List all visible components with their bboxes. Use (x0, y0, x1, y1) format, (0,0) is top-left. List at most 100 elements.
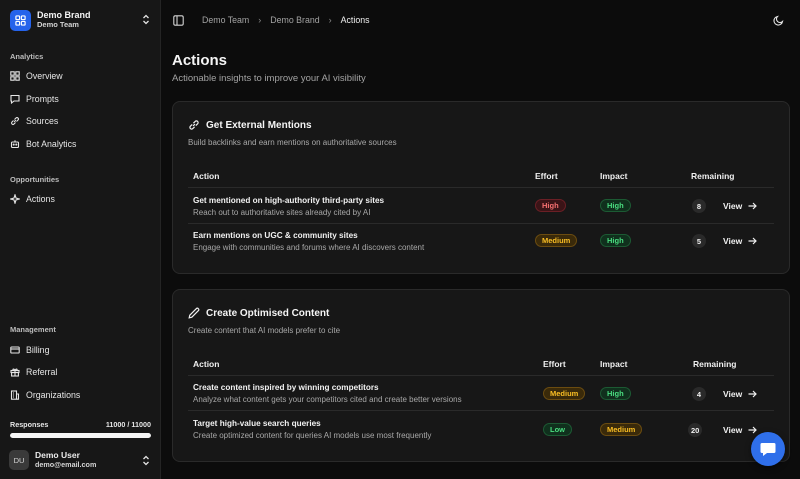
sidebar: Demo Brand Demo Team Analytics Overview … (0, 0, 161, 479)
column-header-effort: Effort (543, 359, 566, 369)
sparkle-icon (10, 194, 20, 204)
sidebar-item-bot-analytics[interactable]: Bot Analytics (10, 135, 152, 153)
card-title: Create Optimised Content (206, 307, 330, 319)
gift-icon (10, 368, 20, 377)
user-menu[interactable]: DU Demo User demo@email.com (9, 449, 152, 471)
brand-name: Demo Brand (37, 10, 91, 20)
column-header-impact: Impact (600, 171, 628, 181)
link-icon (189, 120, 199, 130)
chevron-right-icon: › (258, 15, 262, 25)
card-optimised-content: Create Optimised Content Create content … (172, 289, 790, 462)
sidebar-item-label: Overview (26, 71, 63, 81)
view-button[interactable]: View (723, 201, 758, 211)
top-bar: Demo Team › Demo Brand › Actions (161, 0, 800, 42)
remaining-count: 4 (692, 387, 706, 401)
column-header-action: Action (193, 171, 220, 181)
impact-badge: High (600, 387, 631, 400)
effort-badge: Medium (543, 387, 586, 400)
chat-bubble-icon (760, 442, 776, 456)
arrow-right-icon (748, 390, 758, 398)
bot-icon (10, 140, 20, 149)
link-icon (11, 117, 19, 125)
sidebar-item-label: Organizations (26, 390, 81, 400)
row-description: Analyze what content gets your competito… (193, 395, 462, 404)
breadcrumb: Demo Team › Demo Brand › Actions (202, 15, 370, 25)
brand-team: Demo Team (37, 20, 79, 29)
building-icon (10, 390, 20, 400)
sidebar-item-label: Prompts (26, 94, 59, 104)
usage-value: 11000 / 11000 (105, 420, 151, 429)
impact-badge: High (600, 234, 631, 247)
pencil-icon (188, 307, 200, 319)
column-header-remaining: Remaining (691, 171, 735, 181)
sidebar-item-billing[interactable]: Billing (10, 341, 152, 359)
remaining-count: 5 (692, 234, 706, 248)
view-label: View (723, 389, 743, 399)
usage-progress-bar (10, 433, 151, 438)
chevron-right-icon: › (328, 15, 332, 25)
row-description: Create optimized content for queries AI … (193, 431, 432, 440)
divider (188, 223, 774, 224)
message-icon (10, 94, 20, 104)
sidebar-item-label: Bot Analytics (26, 139, 77, 149)
card-subtitle: Create content that AI models prefer to … (188, 326, 341, 335)
divider (188, 187, 774, 188)
arrow-right-icon (748, 202, 758, 210)
view-button[interactable]: View (723, 425, 758, 435)
brand-logo-icon (10, 9, 31, 31)
row-description: Reach out to authoritative sites already… (193, 208, 371, 217)
sidebar-item-label: Sources (26, 116, 59, 126)
sidebar-item-actions[interactable]: Actions (10, 190, 152, 208)
usage-label: Responses (10, 420, 49, 429)
row-title: Get mentioned on high-authority third-pa… (193, 196, 385, 205)
breadcrumb-item-team[interactable]: Demo Team (202, 15, 249, 25)
row-description: Engage with communities and forums where… (193, 243, 425, 252)
row-title: Create content inspired by winning compe… (193, 383, 379, 392)
card-external-mentions: Get External Mentions Build backlinks an… (172, 101, 790, 274)
effort-badge: Medium (535, 234, 578, 247)
moon-icon[interactable] (773, 15, 784, 26)
chevron-up-down-icon (143, 455, 149, 466)
breadcrumb-item-current: Actions (340, 15, 370, 25)
chat-button[interactable] (751, 432, 785, 466)
sidebar-item-prompts[interactable]: Prompts (10, 90, 152, 108)
user-name: Demo User (35, 450, 80, 460)
view-label: View (723, 236, 743, 246)
sidebar-item-referral[interactable]: Referral (10, 363, 152, 381)
sidebar-item-overview[interactable]: Overview (10, 67, 152, 85)
effort-badge: High (535, 199, 566, 212)
grid-icon (10, 71, 20, 81)
chevron-up-down-icon (143, 14, 149, 25)
sidebar-item-sources[interactable]: Sources (10, 112, 152, 130)
remaining-count: 20 (688, 423, 703, 437)
usage-meter: Responses 11000 / 11000 (10, 420, 151, 438)
section-label-management: Management (10, 325, 56, 334)
column-header-action: Action (193, 359, 220, 369)
arrow-right-icon (748, 237, 758, 245)
column-header-impact: Impact (600, 359, 628, 369)
remaining-count: 8 (692, 199, 706, 213)
breadcrumb-item-brand[interactable]: Demo Brand (270, 15, 319, 25)
section-label-analytics: Analytics (10, 52, 44, 61)
sidebar-item-label: Billing (26, 345, 50, 355)
credit-card-icon (10, 346, 20, 354)
divider (188, 375, 774, 376)
column-header-effort: Effort (535, 171, 558, 181)
page-title: Actions (172, 52, 228, 69)
sidebar-item-label: Referral (26, 367, 58, 377)
card-subtitle: Build backlinks and earn mentions on aut… (188, 138, 397, 147)
row-title: Target high-value search queries (193, 419, 321, 428)
view-button[interactable]: View (723, 389, 758, 399)
view-button[interactable]: View (723, 236, 758, 246)
sidebar-item-organizations[interactable]: Organizations (10, 386, 152, 404)
section-label-opportunities: Opportunities (10, 175, 60, 184)
usage-progress-fill (10, 433, 151, 438)
effort-badge: Low (543, 423, 572, 436)
brand-switcher[interactable]: Demo Brand Demo Team (10, 9, 152, 31)
view-label: View (723, 425, 743, 435)
page-subtitle: Actionable insights to improve your AI v… (172, 73, 366, 84)
divider (188, 410, 774, 411)
user-email: demo@email.com (35, 460, 97, 469)
sidebar-toggle-icon[interactable] (173, 15, 184, 26)
column-header-remaining: Remaining (693, 359, 737, 369)
